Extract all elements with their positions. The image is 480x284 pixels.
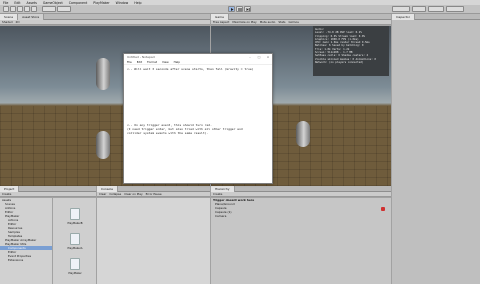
display-dropdown[interactable]: Free Aspect (213, 20, 229, 24)
maximize-on-play-toggle[interactable]: Maximize on Play (232, 20, 256, 24)
menu-edit[interactable]: Edit (14, 1, 20, 5)
close-icon[interactable]: × (264, 55, 272, 59)
script-asset-icon[interactable] (70, 208, 80, 220)
notepad-menu-file[interactable]: File (127, 60, 132, 64)
menu-window[interactable]: Window (116, 1, 129, 5)
script-asset-icon[interactable] (70, 233, 80, 245)
stats-panel: Audio: Level: -74.8 dB DSP load: 0.2% Cl… (313, 26, 389, 76)
layout-dropdown[interactable] (446, 6, 464, 12)
tab-console[interactable]: Console (97, 185, 118, 192)
mute-audio-toggle[interactable]: Mute audio (260, 20, 276, 24)
console-clear-on-play-toggle[interactable]: Clear on Play (124, 192, 142, 196)
hierarchy-subbar: Create (211, 192, 391, 197)
tab-project[interactable]: Project (0, 185, 20, 192)
capsule-object-game (296, 121, 310, 147)
menu-playmaker[interactable]: PlayMaker (93, 1, 109, 5)
step-button[interactable] (244, 6, 251, 12)
layers-dropdown[interactable] (428, 6, 444, 12)
notepad-menu-help[interactable]: Help (174, 60, 180, 64)
step-icon (246, 8, 250, 11)
menu-file[interactable]: File (3, 1, 8, 5)
game-subbar: Free Aspect Maximize on Play Mute audio … (211, 20, 391, 25)
rect-tool-button[interactable] (31, 6, 37, 12)
hierarchy-item[interactable]: Camera (211, 214, 391, 218)
inspector-panel (392, 20, 480, 186)
account-button[interactable] (412, 6, 426, 12)
asset-label: PlayMakerB (67, 222, 83, 225)
script-asset-icon[interactable] (70, 258, 80, 270)
console-collapse-toggle[interactable]: Collapse (109, 192, 121, 196)
scale-tool-button[interactable] (24, 6, 30, 12)
notepad-line: <-- Will wait 3 seconds after scene star… (127, 67, 254, 71)
play-icon (231, 8, 234, 11)
notepad-menu-edit[interactable]: Edit (137, 60, 142, 64)
rotate-tool-button[interactable] (17, 6, 23, 12)
move-tool-button[interactable] (10, 6, 16, 12)
hierarchy-create-button[interactable]: Create (213, 192, 222, 196)
tab-scene[interactable]: Scene (0, 13, 19, 20)
console-subbar: Clear Collapse Clear on Play Error Pause (97, 192, 210, 197)
pivot-toggle-button[interactable] (42, 6, 56, 12)
hand-tool-button[interactable] (3, 6, 9, 12)
menu-component[interactable]: Component (69, 1, 88, 5)
project-create-button[interactable]: Create (2, 192, 11, 196)
notepad-blank-space (127, 71, 269, 123)
tab-inspector[interactable]: Inspector (392, 13, 415, 20)
2d-toggle[interactable]: 2D (16, 20, 20, 24)
minimize-icon[interactable]: – (246, 55, 254, 59)
console-clear-button[interactable]: Clear (99, 192, 106, 196)
stats-toggle[interactable]: Stats (278, 20, 285, 24)
asset-label: PlayMakerA (67, 247, 83, 250)
notepad-window: Untitled - Notepad – □ × File Edit Forma… (123, 53, 273, 184)
tab-asset-store[interactable]: Asset Store (18, 13, 45, 20)
project-subbar: Create (0, 192, 96, 197)
inspector-panel-lower (392, 186, 480, 284)
menu-assets[interactable]: Assets (27, 1, 37, 5)
play-button[interactable] (228, 6, 235, 12)
notepad-menu-format[interactable]: Format (147, 60, 157, 64)
scene-subbar: Shaded 2D (0, 20, 210, 25)
notepad-line: collider system events with the same res… (127, 131, 209, 135)
stats-line: Network: (no players connected) (315, 60, 364, 64)
tab-hierarchy[interactable]: Hierarchy (211, 185, 235, 192)
tab-game[interactable]: Game (211, 13, 229, 20)
console-error-pause-toggle[interactable]: Error Pause (146, 192, 162, 196)
console-log (97, 198, 210, 284)
collab-button[interactable] (392, 6, 410, 12)
shading-dropdown[interactable]: Shaded (2, 20, 13, 24)
scene-options-icon[interactable] (381, 207, 385, 211)
pause-icon (238, 8, 242, 11)
notepad-title: Untitled - Notepad (127, 55, 155, 59)
pause-button[interactable] (236, 6, 243, 12)
menu-gameobject[interactable]: GameObject (43, 1, 63, 5)
capsule-object[interactable] (96, 58, 110, 90)
project-tree: Assets Scenes Addons Editor PlayMaker Ac… (0, 198, 52, 284)
hierarchy-list: Trigger doesnt work here Plane/Ground Ca… (211, 198, 391, 284)
gizmos-dropdown[interactable]: Gizmos (288, 20, 298, 24)
menu-help[interactable]: Help (134, 1, 141, 5)
notepad-text-area[interactable]: <-- Will wait 3 seconds after scene star… (124, 65, 272, 137)
tree-item[interactable]: Extensions (0, 258, 52, 262)
notepad-menu-view[interactable]: View (162, 60, 169, 64)
maximize-icon[interactable]: □ (255, 55, 263, 59)
capsule-object-2[interactable] (96, 131, 110, 159)
asset-label: PlayMaker (68, 272, 82, 275)
global-toggle-button[interactable] (57, 6, 71, 12)
project-assets-grid: PlayMakerB PlayMakerA PlayMaker (53, 198, 96, 284)
